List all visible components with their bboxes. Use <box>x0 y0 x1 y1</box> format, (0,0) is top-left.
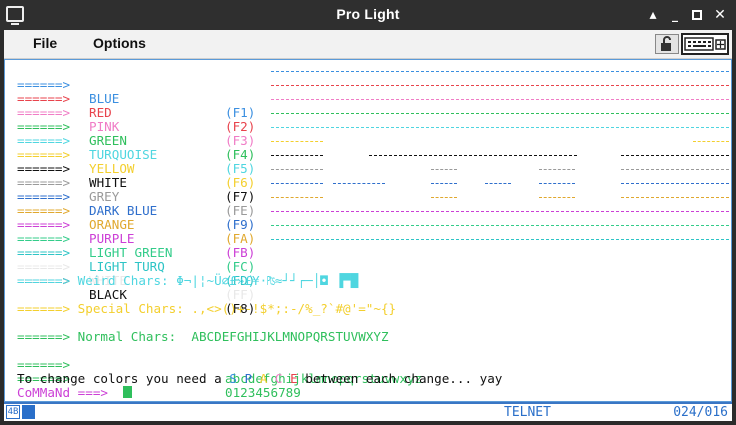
dash-line <box>271 71 729 72</box>
menu-file[interactable]: File <box>33 35 57 51</box>
dash-line <box>271 141 323 142</box>
color-row-green: ======> GREEN (F4) <box>17 106 729 162</box>
protocol-label: TELNET <box>504 405 551 420</box>
shade-window-icon[interactable]: ▴ <box>643 5 663 25</box>
menu-options[interactable]: Options <box>93 35 146 51</box>
dash-line <box>431 197 457 198</box>
lock-icon <box>661 36 671 51</box>
status-indicator <box>22 405 35 419</box>
color-row-orange: ======> ORANGE (FA) <box>17 190 729 246</box>
dash-line <box>271 127 729 128</box>
color-row-white-2: ======> WHITE (FF) <box>17 259 256 302</box>
dash-line <box>271 85 729 86</box>
normal-chars-line: ======> Normal Chars: ABCDEFGHIJKLMNOPQR… <box>17 329 389 344</box>
color-row-blue: ======> BLUE (F1) <box>17 64 729 120</box>
color-row-turquoise: ======> TURQUOISE (F5) <box>17 120 729 176</box>
dash-line <box>271 225 729 226</box>
color-row-red: ======> RED (F2) <box>17 78 729 134</box>
maximize-button[interactable] <box>687 5 707 25</box>
color-row-white: ======> WHITE (F7) <box>17 148 729 204</box>
color-row-light-turq: ======> LIGHT TURQ (FD) <box>17 232 729 288</box>
close-window-button[interactable]: ✕ <box>710 5 730 25</box>
color-row-pink: ======> PINK (F3) <box>17 92 729 148</box>
terminal-screen[interactable]: ======> BLUE (F1) ======> RED (F2) =====… <box>4 59 732 402</box>
weird-chars-line: ======> Weird Chars: Φ¬|¦~Ü∅£»£¥·₧≈┘┘┌─│… <box>17 273 359 288</box>
window-title: Pro Light <box>336 6 400 22</box>
dash-line <box>271 211 729 212</box>
color-row-purple: ======> PURPLE (FB) <box>17 204 729 260</box>
dash-line <box>621 197 729 198</box>
command-prompt[interactable]: CoMMaNd ===> <box>17 386 133 400</box>
color-row-black: ======> BLACK (F8) <box>17 273 256 316</box>
lowercase-line: ======> abcdefghijklmnopqrstuvwxyz <box>17 357 423 386</box>
dash-line <box>271 197 323 198</box>
dash-line <box>621 169 729 170</box>
cursor-position: 024/016 <box>673 405 728 420</box>
dash-line <box>431 169 457 170</box>
lock-button[interactable] <box>655 34 679 54</box>
dash-line <box>485 183 511 184</box>
color-row-yellow: ======> YELLOW (F6) <box>17 134 729 190</box>
digits-line: ======> 0123456789 <box>17 371 301 400</box>
menu-bar: File Options <box>4 30 732 59</box>
dash-line <box>271 183 323 184</box>
dash-line <box>369 155 577 156</box>
dash-line <box>271 99 729 100</box>
dash-line <box>539 169 575 170</box>
special-chars-line: ======> Special Chars: .,<>()+-!$*;:-/%_… <box>17 301 397 316</box>
dash-line <box>693 141 729 142</box>
dash-line <box>431 183 457 184</box>
dash-line <box>621 183 729 184</box>
dash-line <box>271 239 729 240</box>
color-row-light-green: ======> LIGHT GREEN (FC) <box>17 218 729 274</box>
keyboard-button[interactable] <box>681 33 729 55</box>
dash-line <box>621 155 729 156</box>
dash-line <box>271 113 729 114</box>
change-colors-line: To change colors you need a S P A C E be… <box>17 371 503 386</box>
dash-line <box>539 197 575 198</box>
dash-line <box>333 183 385 184</box>
text-cursor <box>123 386 133 398</box>
dash-line <box>539 183 575 184</box>
dash-line <box>271 155 323 156</box>
keyboard-icon <box>684 37 726 51</box>
color-row-dark-blue: ======> DARK BLUE (F9) <box>17 176 729 232</box>
title-bar: Pro Light ▴ _ ✕ <box>0 0 736 30</box>
color-row-grey: ======> GREY (FE) <box>17 162 729 218</box>
status-bar: 4B TELNET 024/016 <box>4 402 732 421</box>
keyboard-lock-icon: 4B <box>6 405 20 419</box>
minimize-button[interactable]: _ <box>665 5 685 25</box>
dash-line <box>271 169 323 170</box>
